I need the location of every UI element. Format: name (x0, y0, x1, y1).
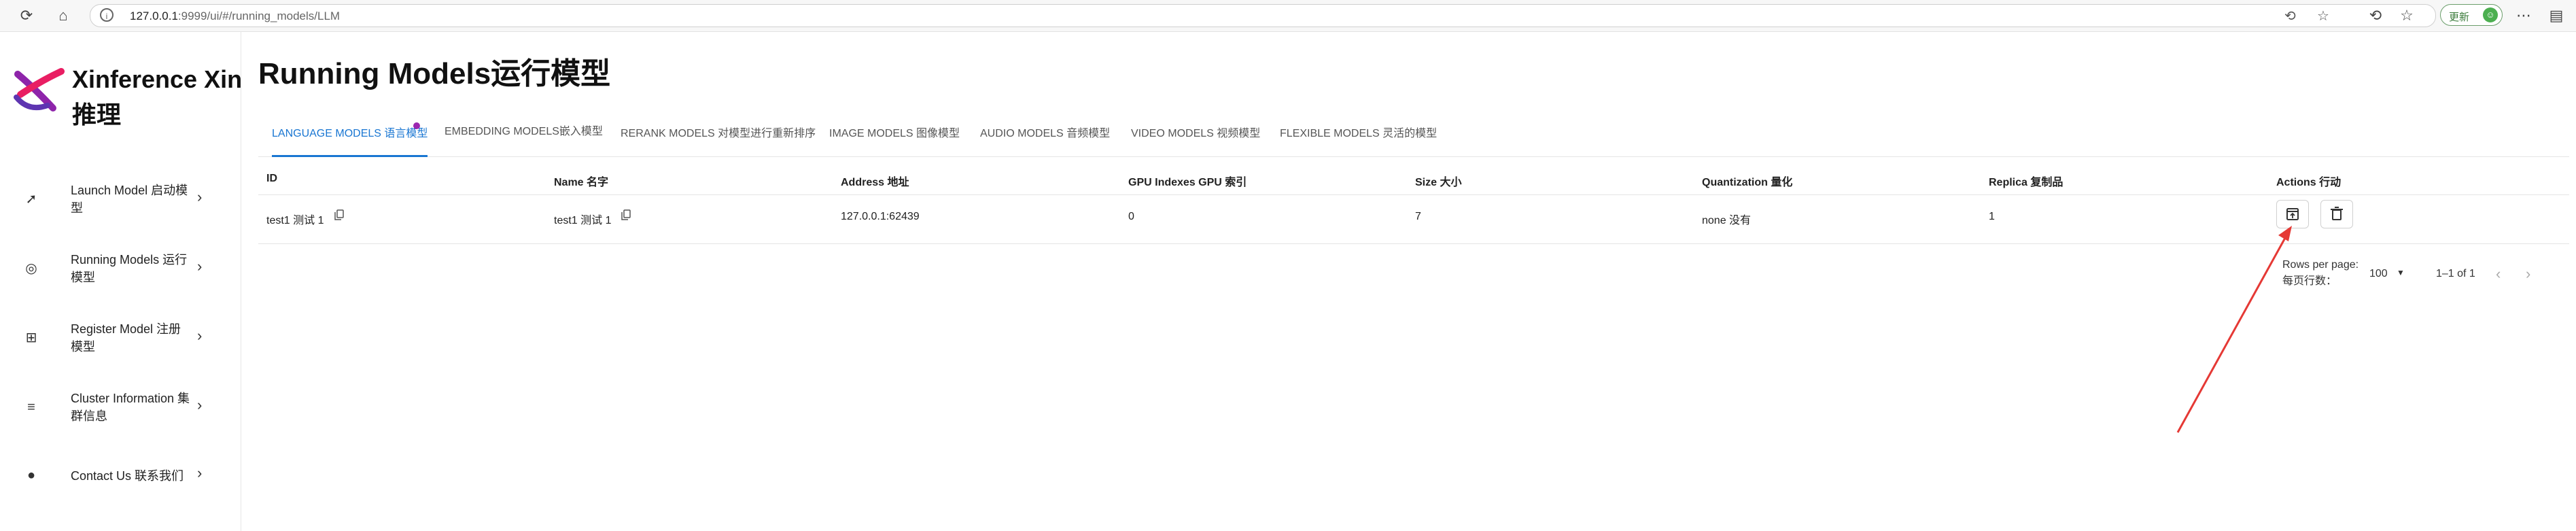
pagination: Rows per page: 每页行数： 100 ▼ 1–1 of 1 ‹ › (2277, 253, 2562, 294)
tab-embedding-models[interactable]: EMBEDDING MODELS嵌入模型 (445, 117, 603, 156)
sidebar-item-launch-model[interactable]: ➚ Launch Model 启动模型 › (0, 177, 224, 221)
column-header[interactable]: Address 地址 (841, 173, 909, 189)
storage-icon: ≡ (27, 400, 35, 415)
column-header[interactable]: Quantization 量化 (1702, 173, 1792, 189)
model-tabs: LANGUAGE MODELS 语言模型 EMBEDDING MODELS嵌入模… (258, 117, 2569, 157)
rocket-icon: ➚ (25, 192, 37, 207)
info-icon[interactable]: i (100, 8, 114, 22)
brand-title: Xinference Xin 推理 (72, 65, 243, 129)
sidebar-item-cluster-information[interactable]: ≡ Cluster Information 集群信息 › (0, 386, 224, 429)
chevron-right-icon: › (197, 258, 203, 275)
copy-icon[interactable] (621, 209, 631, 220)
open-in-browser-icon (2286, 208, 2299, 220)
robot-icon: ◎ (25, 261, 37, 276)
column-header[interactable]: Name 名字 (554, 173, 608, 189)
tab-rerank-models[interactable]: RERANK MODELS 对模型进行重新排序 (621, 117, 816, 156)
chevron-right-icon: › (197, 396, 203, 413)
extensions-icon[interactable]: ⟲ (2365, 5, 2386, 26)
tab-language-models[interactable]: LANGUAGE MODELS 语言模型 (272, 117, 428, 157)
column-header[interactable]: Replica 复制品 (1989, 173, 2063, 189)
rows-per-page-label: Rows per page: 每页行数： (2282, 259, 2359, 287)
add-box-icon: ⊞ (25, 330, 37, 345)
copy-icon[interactable] (334, 209, 344, 220)
sidebar: Xinference Xin 推理 ➚ Launch Model 启动模型 › … (0, 32, 243, 531)
tab-audio-models[interactable]: AUDIO MODELS 音频模型 (980, 117, 1110, 156)
star-icon[interactable]: ☆ (2317, 7, 2329, 24)
sidebar-item-register-model[interactable]: ⊞ Register Model 注册模型 › (0, 316, 224, 360)
profile-avatar-icon: ☺ (2483, 7, 2498, 22)
xinference-logo-icon (14, 68, 65, 112)
sidebar-item-running-models[interactable]: ◎ Running Models 运行模型 › (0, 247, 224, 290)
cell-name: test1 测试 1 (554, 215, 612, 226)
cell-gpu-indexes: 0 (1128, 211, 1134, 222)
rows-per-page-select[interactable]: 100 (2369, 268, 2388, 280)
tab-indicator-dot (413, 122, 420, 129)
delete-icon (2331, 207, 2343, 220)
column-header[interactable]: GPU Indexes GPU 索引 (1128, 173, 1247, 189)
more-icon[interactable]: ⋯ (2513, 5, 2534, 26)
url-text: 127.0.0.1:9999/ui/#/running_models/LLM (130, 10, 341, 22)
table-header: ID Name 名字 Address 地址 GPU Indexes GPU 索引… (258, 165, 2569, 195)
browser-toolbar: ⟳ ⌂ i 127.0.0.1:9999/ui/#/running_models… (0, 0, 2576, 32)
chevron-right-icon: › (197, 188, 203, 205)
cell-id: test1 测试 1 (266, 215, 324, 226)
chevron-left-icon[interactable]: ‹ (2496, 265, 2501, 283)
cell-address: 127.0.0.1:62439 (841, 211, 920, 222)
tab-image-models[interactable]: IMAGE MODELS 图像模型 (829, 117, 960, 156)
chevron-right-icon[interactable]: › (2526, 265, 2530, 283)
chevron-right-icon: › (197, 327, 203, 344)
sidebar-icon[interactable]: ▤ (2546, 5, 2566, 26)
column-header: Actions 行动 (2276, 177, 2342, 188)
sidebar-item-contact-us[interactable]: ● Contact Us 联系我们 › (0, 453, 224, 497)
chevron-right-icon: › (197, 464, 203, 481)
home-icon[interactable]: ⌂ (53, 5, 73, 26)
update-button[interactable]: 更新 ☺ (2440, 4, 2503, 26)
open-model-button[interactable] (2276, 200, 2309, 228)
caret-down-icon[interactable]: ▼ (2397, 268, 2405, 277)
cell-replica: 1 (1989, 211, 1995, 222)
pagination-range: 1–1 of 1 (2436, 268, 2475, 279)
cell-quantization: none 没有 (1702, 215, 1752, 226)
github-icon: ● (27, 468, 36, 483)
table-row: test1 测试 1 test1 测试 1 127.0.0.1:62439 0 … (258, 194, 2569, 244)
address-bar[interactable]: i 127.0.0.1:9999/ui/#/running_models/LLM… (90, 4, 2436, 27)
refresh-icon[interactable]: ⟳ (16, 5, 37, 26)
column-header[interactable]: Size 大小 (1415, 173, 1461, 189)
column-header[interactable]: ID (266, 173, 277, 185)
page-title: Running Models运行模型 (258, 57, 611, 90)
translate-icon[interactable]: ⟲ (2284, 7, 2296, 24)
delete-model-button[interactable] (2320, 200, 2353, 228)
tab-video-models[interactable]: VIDEO MODELS 视频模型 (1131, 117, 1260, 156)
cell-size: 7 (1415, 211, 1421, 222)
favorites-icon[interactable]: ☆ (2397, 5, 2417, 26)
tab-flexible-models[interactable]: FLEXIBLE MODELS 灵活的模型 (1280, 117, 1437, 156)
